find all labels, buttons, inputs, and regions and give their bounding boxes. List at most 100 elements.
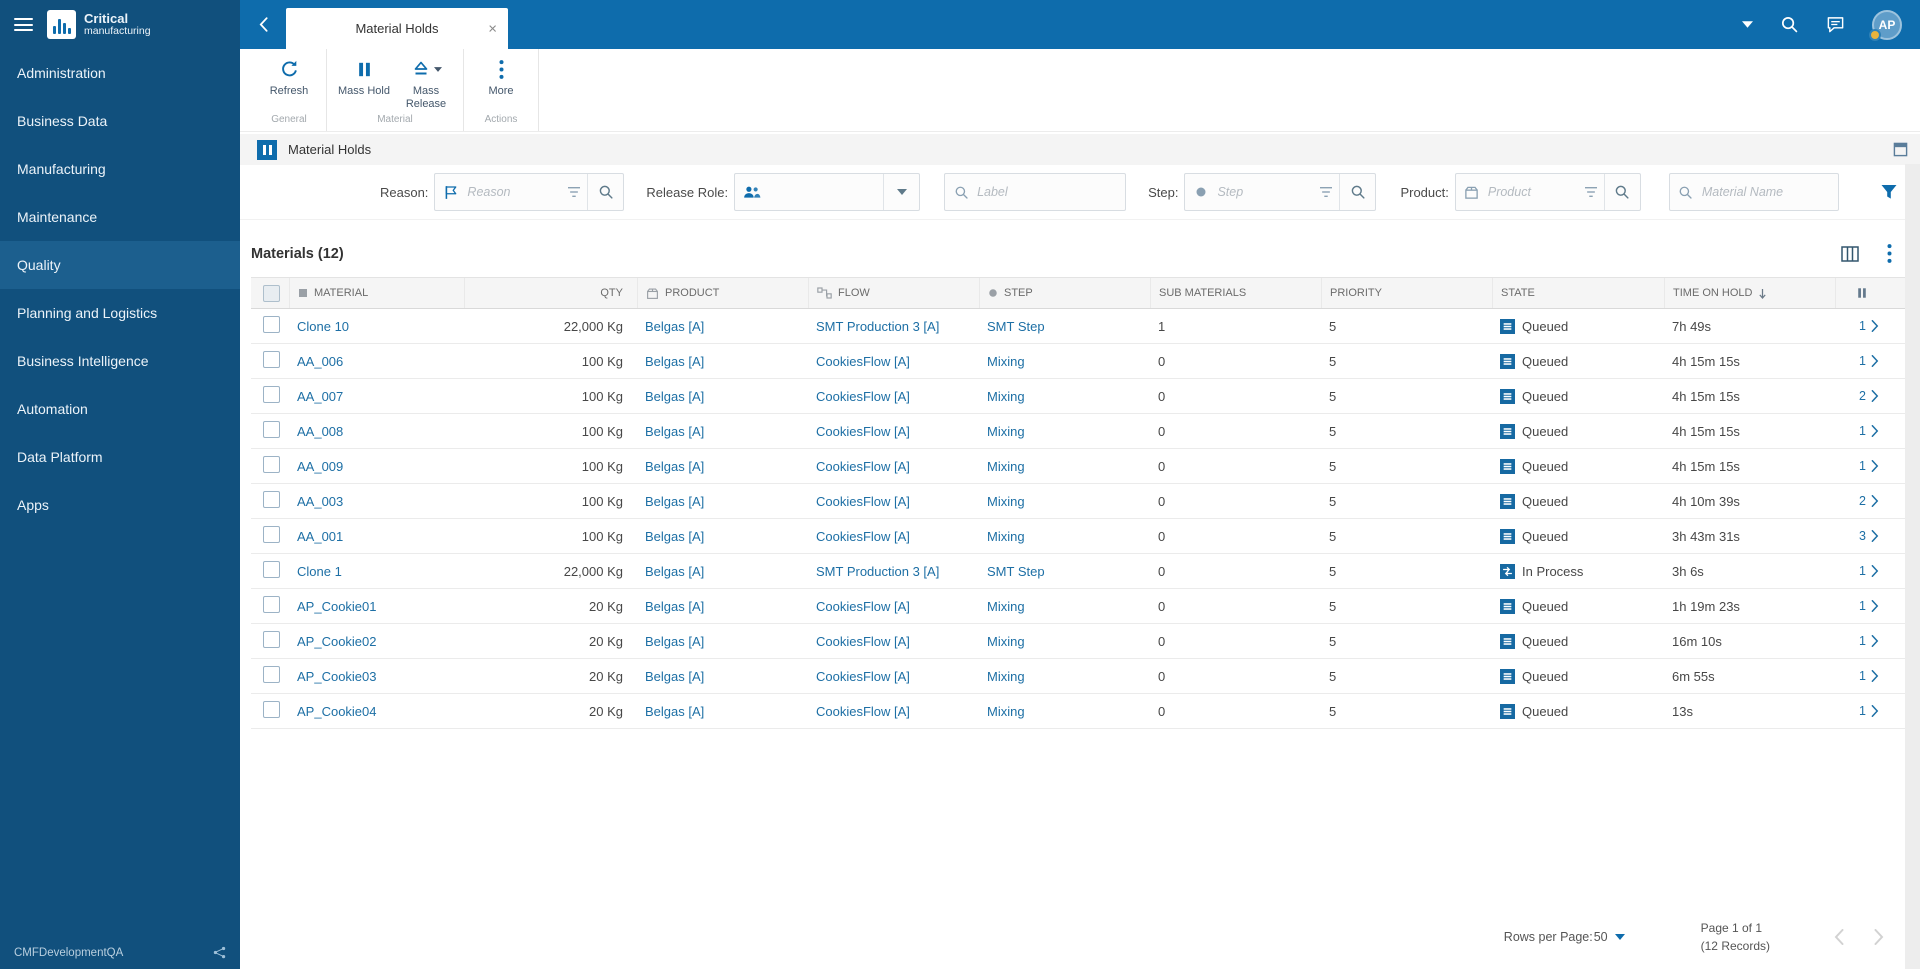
column-header-sub-materials[interactable]: SUB MATERIALS: [1150, 278, 1321, 308]
row-checkbox[interactable]: [263, 421, 280, 438]
product-link[interactable]: Belgas [A]: [645, 529, 704, 544]
holds-count[interactable]: 2: [1835, 494, 1887, 508]
flow-link[interactable]: SMT Production 3 [A]: [816, 319, 939, 334]
material-link[interactable]: AA_008: [297, 424, 343, 439]
next-page-icon[interactable]: [1874, 929, 1884, 945]
step-link[interactable]: Mixing: [987, 354, 1025, 369]
reason-search-icon[interactable]: [587, 174, 623, 210]
step-link[interactable]: SMT Step: [987, 319, 1045, 334]
step-search-icon[interactable]: [1339, 174, 1375, 210]
column-header-holds[interactable]: [1835, 278, 1887, 308]
vertical-scrollbar[interactable]: [1905, 164, 1920, 969]
material-link[interactable]: AP_Cookie02: [297, 634, 377, 649]
step-link[interactable]: Mixing: [987, 424, 1025, 439]
label-search-field[interactable]: [944, 173, 1127, 211]
material-link[interactable]: AP_Cookie03: [297, 669, 377, 684]
column-header-priority[interactable]: PRIORITY: [1321, 278, 1492, 308]
row-checkbox[interactable]: [263, 526, 280, 543]
holds-count[interactable]: 1: [1835, 669, 1887, 683]
holds-count[interactable]: 1: [1835, 354, 1887, 368]
product-link[interactable]: Belgas [A]: [645, 354, 704, 369]
column-header-step[interactable]: STEP: [979, 278, 1150, 308]
step-link[interactable]: Mixing: [987, 634, 1025, 649]
material-name-field[interactable]: [1668, 173, 1839, 211]
flow-link[interactable]: SMT Production 3 [A]: [816, 564, 939, 579]
material-link[interactable]: AA_003: [297, 494, 343, 509]
grid-options-icon[interactable]: [1887, 244, 1892, 263]
row-checkbox[interactable]: [263, 316, 280, 333]
release-role-input[interactable]: [767, 185, 884, 199]
row-checkbox[interactable]: [263, 631, 280, 648]
material-link[interactable]: AP_Cookie01: [297, 599, 377, 614]
flow-link[interactable]: CookiesFlow [A]: [816, 494, 910, 509]
material-link[interactable]: AA_001: [297, 529, 343, 544]
product-filter-lines-icon[interactable]: [1578, 186, 1604, 198]
label-input[interactable]: [977, 185, 1126, 199]
row-checkbox[interactable]: [263, 491, 280, 508]
row-checkbox[interactable]: [263, 456, 280, 473]
row-checkbox[interactable]: [263, 386, 280, 403]
step-link[interactable]: Mixing: [987, 704, 1025, 719]
product-link[interactable]: Belgas [A]: [645, 634, 704, 649]
column-header-material[interactable]: MATERIAL: [289, 278, 464, 308]
column-header-flow[interactable]: FLOW: [808, 278, 979, 308]
more-button[interactable]: More: [472, 58, 530, 98]
holds-count[interactable]: 1: [1835, 704, 1887, 718]
step-link[interactable]: Mixing: [987, 529, 1025, 544]
step-link[interactable]: SMT Step: [987, 564, 1045, 579]
material-link[interactable]: AP_Cookie04: [297, 704, 377, 719]
column-header-time-on-hold[interactable]: TIME ON HOLD: [1664, 278, 1835, 308]
material-link[interactable]: AA_007: [297, 389, 343, 404]
holds-count[interactable]: 1: [1835, 634, 1887, 648]
rows-per-page-selector[interactable]: Rows per Page: 50: [1504, 930, 1625, 944]
back-icon[interactable]: [240, 0, 286, 49]
step-link[interactable]: Mixing: [987, 389, 1025, 404]
product-filter-field[interactable]: [1454, 173, 1641, 211]
flow-link[interactable]: CookiesFlow [A]: [816, 669, 910, 684]
mass-hold-button[interactable]: Mass Hold: [335, 58, 393, 98]
column-chooser-icon[interactable]: [1841, 246, 1859, 262]
product-link[interactable]: Belgas [A]: [645, 669, 704, 684]
column-header-product[interactable]: PRODUCT: [637, 278, 808, 308]
step-link[interactable]: Mixing: [987, 599, 1025, 614]
search-icon[interactable]: [1780, 15, 1799, 34]
product-search-icon[interactable]: [1603, 174, 1640, 210]
material-link[interactable]: Clone 1: [297, 564, 342, 579]
row-checkbox[interactable]: [263, 561, 280, 578]
holds-count[interactable]: 2: [1835, 389, 1887, 403]
holds-count[interactable]: 3: [1835, 529, 1887, 543]
advanced-filter-funnel-icon[interactable]: [1880, 183, 1898, 201]
chevron-down-icon[interactable]: [1742, 21, 1753, 28]
flow-link[interactable]: CookiesFlow [A]: [816, 529, 910, 544]
popout-icon[interactable]: [1893, 142, 1908, 157]
chat-icon[interactable]: [1826, 15, 1845, 34]
hamburger-menu-icon[interactable]: [14, 18, 33, 31]
row-checkbox[interactable]: [263, 596, 280, 613]
product-link[interactable]: Belgas [A]: [645, 494, 704, 509]
material-link[interactable]: AA_009: [297, 459, 343, 474]
product-input[interactable]: [1487, 185, 1578, 199]
sidebar-item-automation[interactable]: Automation: [0, 385, 240, 433]
flow-link[interactable]: CookiesFlow [A]: [816, 354, 910, 369]
sidebar-item-manufacturing[interactable]: Manufacturing: [0, 145, 240, 193]
sidebar-item-maintenance[interactable]: Maintenance: [0, 193, 240, 241]
flow-link[interactable]: CookiesFlow [A]: [816, 389, 910, 404]
step-link[interactable]: Mixing: [987, 669, 1025, 684]
sidebar-item-business-intelligence[interactable]: Business Intelligence: [0, 337, 240, 385]
product-link[interactable]: Belgas [A]: [645, 599, 704, 614]
column-header-qty[interactable]: QTY: [464, 278, 637, 308]
column-header-state[interactable]: STATE: [1492, 278, 1664, 308]
sidebar-item-business-data[interactable]: Business Data: [0, 97, 240, 145]
flow-link[interactable]: CookiesFlow [A]: [816, 424, 910, 439]
holds-count[interactable]: 1: [1835, 459, 1887, 473]
step-link[interactable]: Mixing: [987, 494, 1025, 509]
product-link[interactable]: Belgas [A]: [645, 704, 704, 719]
row-checkbox[interactable]: [263, 351, 280, 368]
flow-link[interactable]: CookiesFlow [A]: [816, 704, 910, 719]
holds-count[interactable]: 1: [1835, 319, 1887, 333]
product-link[interactable]: Belgas [A]: [645, 389, 704, 404]
row-checkbox[interactable]: [263, 701, 280, 718]
release-role-dropdown-icon[interactable]: [883, 174, 919, 210]
previous-page-icon[interactable]: [1834, 929, 1844, 945]
mass-release-button[interactable]: Mass Release: [397, 58, 455, 110]
